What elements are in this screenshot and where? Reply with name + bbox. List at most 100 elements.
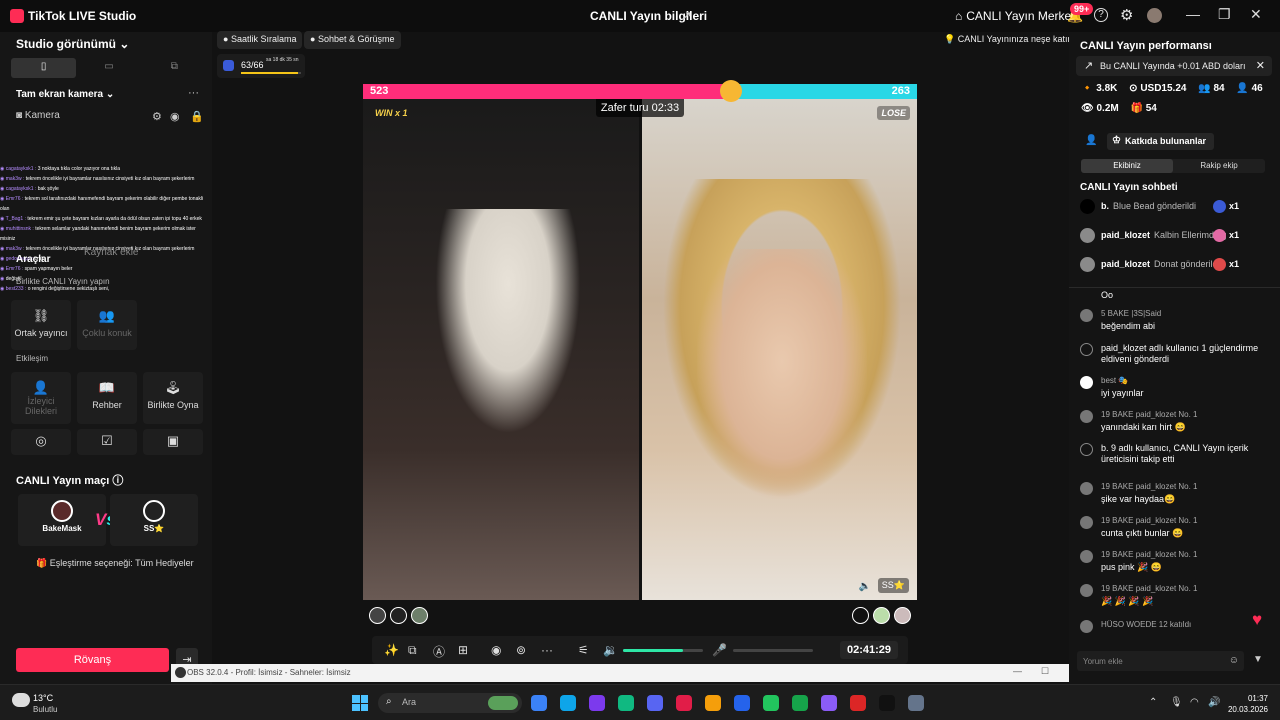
ai-icon[interactable]: Ⓐ: [433, 643, 445, 660]
guide-button[interactable]: 📖 Rehber: [77, 372, 137, 424]
mic-tray-icon[interactable]: 🎙: [1170, 697, 1183, 708]
effects-icon[interactable]: ✨: [384, 643, 399, 657]
avatar[interactable]: [1080, 199, 1095, 214]
chat-message-meta[interactable]: 5 BAKE |3S|Said: [1101, 309, 1161, 318]
visibility-icon[interactable]: ◉: [170, 110, 180, 123]
play-together-button[interactable]: 🕹 Birlikte Oyna: [143, 372, 203, 424]
taskbar-app-icon[interactable]: [647, 695, 663, 711]
tab-dual[interactable]: ⧉: [142, 58, 207, 78]
avatar[interactable]: [1080, 410, 1093, 423]
add-source-label[interactable]: Kaynak ekle: [84, 247, 138, 258]
taskbar-app-icon[interactable]: [589, 695, 605, 711]
chat-message-meta[interactable]: best 🎭: [1101, 376, 1128, 385]
scene-dropdown[interactable]: Tam ekran kamera ⌄: [16, 89, 114, 100]
speaker-icon[interactable]: 🔈: [859, 581, 871, 592]
supporter-avatar[interactable]: [894, 607, 911, 624]
taskbar-app-icon[interactable]: [531, 695, 547, 711]
taskbar-app-icon[interactable]: [705, 695, 721, 711]
obs-maximize-button[interactable]: ☐: [1041, 666, 1049, 677]
weather-temp[interactable]: 13°C: [33, 693, 53, 703]
taskbar-app-icon[interactable]: [676, 695, 692, 711]
taskbar-app-icon[interactable]: [618, 695, 634, 711]
avatar[interactable]: [1080, 584, 1093, 597]
rematch-button[interactable]: Rövanş: [16, 648, 169, 672]
screen-icon[interactable]: ⊞: [458, 643, 468, 657]
supporter-avatar[interactable]: [873, 607, 890, 624]
source-settings-icon[interactable]: ⚙: [152, 110, 162, 123]
pairing-option[interactable]: 🎁 Eşleştirme seçeneği: Tüm Hediyeler: [36, 558, 194, 569]
weather-desc[interactable]: Bulutlu: [33, 705, 57, 714]
close-icon[interactable]: ✕: [1256, 59, 1265, 72]
filter-icon[interactable]: ▼: [1253, 654, 1263, 665]
chat-message-meta[interactable]: 19 BAKE paid_klozet No. 1: [1101, 550, 1198, 559]
mic-volume-slider[interactable]: [733, 649, 813, 652]
help-icon[interactable]: ?: [1094, 8, 1108, 22]
taskbar-search[interactable]: ⌕ Ara: [378, 693, 522, 713]
heart-icon[interactable]: ♥: [1252, 610, 1262, 630]
gear-icon[interactable]: ⚙: [1120, 6, 1133, 24]
taskbar-app-icon[interactable]: [908, 695, 924, 711]
share-icon[interactable]: ↗: [681, 8, 692, 24]
more-options-icon[interactable]: ···: [188, 87, 199, 99]
avatar[interactable]: [1080, 376, 1093, 389]
chat-message-meta[interactable]: 19 BAKE paid_klozet No. 1: [1101, 516, 1198, 525]
tab-landscape[interactable]: ▭: [76, 58, 141, 78]
camera-source-row[interactable]: ◙ Kamera: [16, 110, 60, 121]
wifi-icon[interactable]: ◠: [1190, 697, 1199, 708]
record-icon[interactable]: ◉: [491, 643, 501, 657]
viewer-wishes-button[interactable]: 👤 İzleyici Dilekleri: [11, 372, 71, 424]
tool-extra-2[interactable]: ☑: [77, 429, 137, 455]
close-button[interactable]: ✕: [1250, 6, 1262, 23]
avatar[interactable]: [1080, 550, 1093, 563]
live-center-button[interactable]: ⌂ CANLI Yayın Merkezi: [955, 9, 1080, 23]
tab-rival-team[interactable]: Rakip ekip: [1173, 159, 1265, 173]
tool-extra-1[interactable]: ◎: [11, 429, 71, 455]
info-icon[interactable]: ⓘ: [112, 475, 123, 487]
taskbar-app-icon[interactable]: [734, 695, 750, 711]
lock-icon[interactable]: 🔒: [190, 110, 204, 123]
maximize-button[interactable]: ❐: [1218, 6, 1231, 23]
taskbar-app-icon[interactable]: [560, 695, 576, 711]
supporter-avatar[interactable]: [411, 607, 428, 624]
multi-guest-button[interactable]: 👥 Çoklu konuk: [77, 300, 137, 350]
avatar[interactable]: [1080, 482, 1093, 495]
studio-view-dropdown[interactable]: Studio görünümü ⌄: [16, 37, 129, 51]
supporter-avatar[interactable]: [852, 607, 869, 624]
mixer-icon[interactable]: ⚟: [578, 643, 589, 657]
avatar[interactable]: [1080, 309, 1093, 322]
emoji-icon[interactable]: ☺: [1229, 655, 1239, 666]
add-joy-button[interactable]: 💡 CANLI Yayınınıza neşe katın: [938, 31, 1078, 49]
tab-portrait[interactable]: ▯: [11, 58, 77, 78]
avatar[interactable]: [1080, 257, 1095, 272]
obs-window-strip[interactable]: OBS 32.0.4 - Profil: İsimsiz - Sahneler:…: [171, 664, 1091, 682]
cloud-icon[interactable]: [12, 693, 30, 707]
taskbar-app-icon[interactable]: [821, 695, 837, 711]
chat-message-meta[interactable]: 19 BAKE paid_klozet No. 1: [1101, 410, 1198, 419]
tool-extra-3[interactable]: ▣: [143, 429, 203, 455]
capture-icon[interactable]: ⊚: [516, 643, 526, 657]
avatar[interactable]: [1080, 620, 1093, 633]
obs-minimize-button[interactable]: —: [1013, 666, 1022, 676]
goal-widget[interactable]: 63/66 sa 18 dk 35 sn: [217, 54, 305, 78]
chevron-up-icon[interactable]: ⌃: [1149, 697, 1157, 708]
speaker-volume-icon[interactable]: 🔉: [603, 643, 618, 657]
contributors-button[interactable]: ♔ Katkıda bulunanlar: [1107, 133, 1215, 150]
chat-meet-button[interactable]: ● Sohbet & Görüşme: [304, 31, 401, 49]
user-add-icon[interactable]: 👤: [1085, 135, 1097, 146]
minimize-button[interactable]: —: [1186, 6, 1200, 22]
avatar[interactable]: [1147, 8, 1162, 23]
cohost-button[interactable]: ⛓ Ortak yayıncı: [11, 300, 71, 350]
supporter-avatar[interactable]: [390, 607, 407, 624]
comment-input[interactable]: Yorum ekle ☺: [1077, 651, 1244, 671]
more-icon[interactable]: ···: [541, 643, 553, 657]
chat-message-meta[interactable]: HÜSO WOEDE 12 katıldı: [1101, 620, 1191, 629]
chat-message-meta[interactable]: 19 BAKE paid_klozet No. 1: [1101, 584, 1198, 593]
avatar[interactable]: [1080, 516, 1093, 529]
hourly-rank-button[interactable]: ● Saatlik Sıralama: [217, 31, 303, 49]
tab-our-team[interactable]: Ekibiniz: [1081, 159, 1173, 173]
opponent-tag[interactable]: SS⭐: [877, 578, 909, 593]
layout-icon[interactable]: ⧉: [408, 643, 417, 658]
volume-tray-icon[interactable]: 🔊: [1208, 697, 1220, 708]
speaker-volume-slider[interactable]: [623, 649, 703, 652]
taskbar-app-icon[interactable]: [792, 695, 808, 711]
